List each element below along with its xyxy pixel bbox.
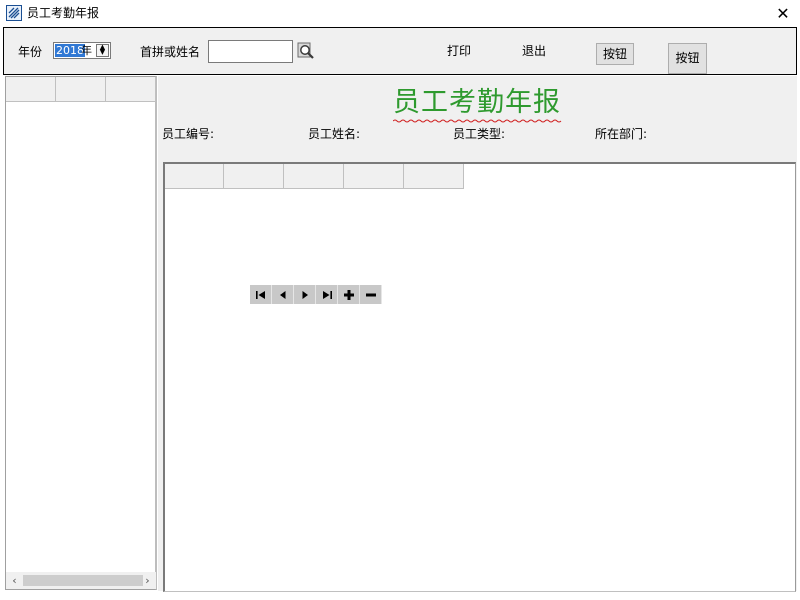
scroll-right-icon[interactable]: ›: [140, 573, 155, 588]
year-unit: 年: [81, 44, 92, 57]
toolbar: 年份 2018 年 ▲ ▼ 首拼或姓名 打印 退出 按钮 按钮: [3, 27, 797, 75]
name-search-label: 首拼或姓名: [140, 45, 201, 59]
app-icon: [6, 5, 22, 21]
name-search-input[interactable]: [208, 40, 293, 63]
grid-column-header[interactable]: [344, 164, 404, 188]
grid-column-header[interactable]: [284, 164, 344, 188]
left-list-panel[interactable]: ‹ ›: [5, 76, 157, 590]
report-area: 员工考勤年报 员工编号: 员工姓名: 员工类型: 所在部门:: [158, 76, 797, 592]
scroll-thumb[interactable]: [23, 575, 143, 586]
employee-type-label: 员工类型:: [453, 127, 506, 141]
title-bar: 员工考勤年报 ✕: [0, 0, 800, 27]
attendance-grid[interactable]: [163, 162, 796, 592]
exit-button[interactable]: 退出: [522, 43, 546, 59]
employee-id-label: 员工编号:: [162, 127, 215, 141]
report-title: 员工考勤年报: [393, 80, 562, 123]
close-button[interactable]: ✕: [766, 0, 800, 27]
employee-name-label: 员工姓名:: [308, 127, 361, 141]
first-record-icon[interactable]: [250, 285, 272, 304]
grid-column-header[interactable]: [165, 164, 224, 188]
horizontal-scrollbar[interactable]: ‹ ›: [6, 572, 156, 589]
next-record-icon[interactable]: [294, 285, 316, 304]
insert-record-icon[interactable]: [338, 285, 360, 304]
attendance-grid-header: [165, 164, 464, 189]
button-1[interactable]: 按钮: [596, 43, 634, 65]
spellcheck-underline: [393, 119, 562, 123]
record-navigator: [250, 285, 382, 304]
left-grid-header: [6, 77, 156, 102]
left-grid-column-header[interactable]: [6, 77, 56, 101]
year-label: 年份: [18, 45, 43, 59]
left-grid-column-header[interactable]: [56, 77, 106, 101]
grid-column-header[interactable]: [224, 164, 284, 188]
delete-record-icon[interactable]: [360, 285, 382, 304]
year-spinner[interactable]: 2018 年 ▲ ▼: [53, 42, 111, 59]
scroll-left-icon[interactable]: ‹: [7, 573, 22, 588]
left-grid-column-header[interactable]: [106, 77, 156, 101]
print-button[interactable]: 打印: [447, 43, 471, 59]
search-icon[interactable]: [297, 42, 316, 61]
prior-record-icon[interactable]: [272, 285, 294, 304]
spin-updown-icon[interactable]: ▲ ▼: [96, 44, 109, 57]
button-2[interactable]: 按钮: [668, 43, 707, 74]
last-record-icon[interactable]: [316, 285, 338, 304]
window-title: 员工考勤年报: [27, 6, 100, 20]
department-label: 所在部门:: [595, 127, 648, 141]
grid-column-header[interactable]: [404, 164, 464, 188]
